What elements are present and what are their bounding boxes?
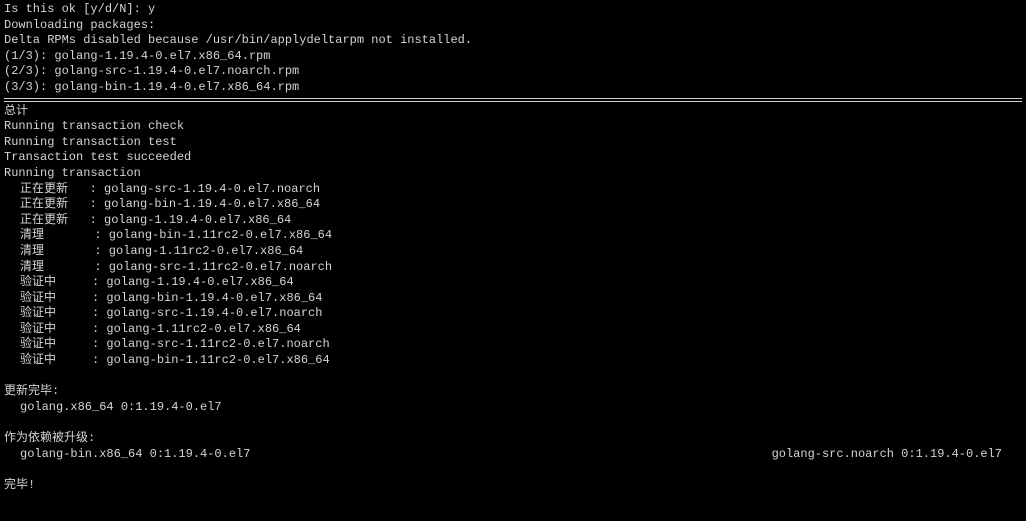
tx-check: Running transaction check <box>4 119 1022 135</box>
tx-test: Running transaction test <box>4 135 1022 151</box>
summary-header: 总计 <box>4 104 1022 120</box>
transaction-row: 验证中 : golang-bin-1.11rc2-0.el7.x86_64 <box>20 353 1022 369</box>
blank-line-4 <box>4 462 1022 478</box>
blank-line-3 <box>4 415 1022 431</box>
transaction-row: 验证中 : golang-src-1.19.4-0.el7.noarch <box>20 306 1022 322</box>
transaction-row: 清理 : golang-src-1.11rc2-0.el7.noarch <box>20 260 1022 276</box>
complete-line: 完毕! <box>4 478 1022 494</box>
transaction-row: 正在更新 : golang-1.19.4-0.el7.x86_64 <box>20 213 1022 229</box>
prompt-line: Is this ok [y/d/N]: y <box>4 2 1022 18</box>
transaction-row: 正在更新 : golang-bin-1.19.4-0.el7.x86_64 <box>20 197 1022 213</box>
download-pkg-2: (2/3): golang-src-1.19.4-0.el7.noarch.rp… <box>4 64 1022 80</box>
transaction-row: 验证中 : golang-src-1.11rc2-0.el7.noarch <box>20 337 1022 353</box>
transaction-row: 验证中 : golang-1.19.4-0.el7.x86_64 <box>20 275 1022 291</box>
transaction-row: 清理 : golang-1.11rc2-0.el7.x86_64 <box>20 244 1022 260</box>
downloading-header: Downloading packages: <box>4 18 1022 34</box>
transaction-row: 正在更新 : golang-src-1.19.4-0.el7.noarch <box>20 182 1022 198</box>
deps-row: golang-bin.x86_64 0:1.19.4-0.el7 golang-… <box>20 447 1022 463</box>
tx-running: Running transaction <box>4 166 1022 182</box>
updated-item: golang.x86_64 0:1.19.4-0.el7 <box>20 400 1022 416</box>
transaction-row: 验证中 : golang-bin-1.19.4-0.el7.x86_64 <box>20 291 1022 307</box>
deps-item-1: golang-bin.x86_64 0:1.19.4-0.el7 <box>20 447 250 463</box>
deps-header: 作为依赖被升级: <box>4 431 1022 447</box>
tx-succeeded: Transaction test succeeded <box>4 150 1022 166</box>
delta-rpm-notice: Delta RPMs disabled because /usr/bin/app… <box>4 33 1022 49</box>
separator-line <box>4 98 1022 102</box>
download-pkg-1: (1/3): golang-1.19.4-0.el7.x86_64.rpm <box>4 49 1022 65</box>
transaction-rows: 正在更新 : golang-src-1.19.4-0.el7.noarch正在更… <box>4 182 1022 369</box>
transaction-row: 清理 : golang-bin-1.11rc2-0.el7.x86_64 <box>20 228 1022 244</box>
updated-header: 更新完毕: <box>4 384 1022 400</box>
blank-line-2 <box>4 369 1022 385</box>
deps-item-2: golang-src.noarch 0:1.19.4-0.el7 <box>772 447 1002 463</box>
transaction-row: 验证中 : golang-1.11rc2-0.el7.x86_64 <box>20 322 1022 338</box>
download-pkg-3: (3/3): golang-bin-1.19.4-0.el7.x86_64.rp… <box>4 80 1022 96</box>
